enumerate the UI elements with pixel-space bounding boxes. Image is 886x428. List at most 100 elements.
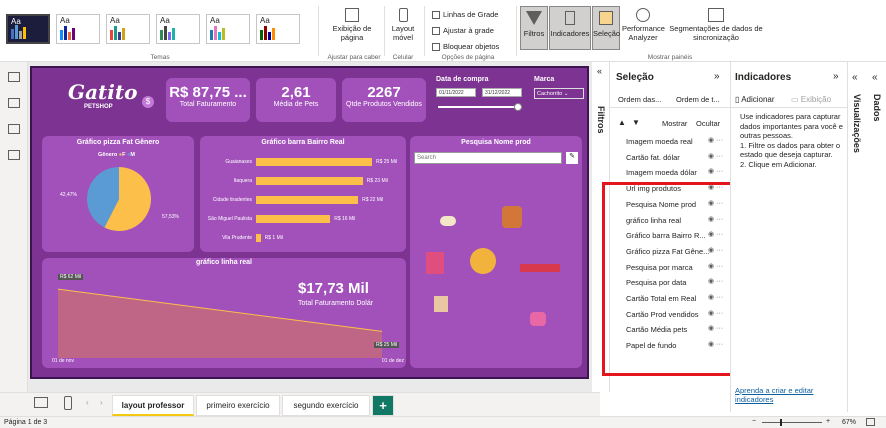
expand-data-icon[interactable]: « [872,72,878,83]
learn-bookmarks-link[interactable]: Aprenda a criar e editar indicadores [735,386,845,404]
bar[interactable] [256,158,372,166]
celular-label: Celular [392,54,414,61]
brand-dropdown[interactable]: Cachorrito ⌄ [534,88,584,99]
mobile-view-icon[interactable] [64,396,72,410]
show-panes-label: Mostrar painéis [647,54,693,61]
date-slider-handle[interactable] [514,103,522,111]
tab-tab-order[interactable]: Ordem de t... [676,95,720,104]
gridlines-checkbox[interactable]: Linhas de Grade [432,10,498,19]
view-bookmark-button[interactable]: ▭ Exibição [791,95,831,104]
zoom-handle[interactable] [780,419,782,426]
selection-pane-button[interactable]: Seleção [592,6,620,50]
tab-primeiro-exercicio[interactable]: primeiro exercício [196,395,280,416]
move-up-icon[interactable]: ▲ [618,118,626,127]
pie-card[interactable]: Gráfico pizza Fat Gênero Gênero ●F ●M 42… [42,136,194,252]
desktop-view-icon[interactable] [34,397,48,408]
kpi-card-products[interactable]: 2267 Qtde Produtos Vendidos [342,78,426,122]
selection-item[interactable]: Imagem moeda real [626,137,693,146]
logo: Gatito [68,80,138,104]
bar-value-label: R$ 23 Mil [366,178,388,184]
collar-icon [520,264,560,272]
collapse-selection-icon[interactable]: » [714,71,720,82]
kpi-card-total[interactable]: R$ 87,75 ... Total Faturamento [166,78,250,122]
date-to-input[interactable]: 31/12/2022 [482,88,522,97]
tab-scroll-left-icon[interactable]: ‹ [86,398,89,407]
dog-icon [502,206,522,228]
kpi-card-pets[interactable]: 2,61 Média de Pets [256,78,336,122]
bar-value-label: R$ 22 Mil [362,197,384,203]
theme-thumb[interactable]: Aa [156,14,200,44]
snap-grid-checkbox[interactable]: Ajustar à grade [432,26,494,35]
report-view-icon[interactable] [8,72,20,82]
add-page-button[interactable]: + [372,395,394,416]
sync-slicers-button[interactable]: Segmentações de dados de sincronização [666,8,766,42]
search-input[interactable]: Search [414,152,562,164]
theme-thumb[interactable]: Aa [106,14,150,44]
hide-all-button[interactable]: Ocultar [696,119,720,128]
bar-card[interactable]: Gráfico barra Bairro Real Guaianases R$ 2… [200,136,406,252]
pie-chart [87,167,151,231]
filters-tab[interactable]: Filtros [596,106,606,134]
selection-item[interactable]: Imagem moeda dólar [626,168,697,177]
zoom-out-icon[interactable]: − [752,418,756,425]
bar[interactable] [256,215,331,223]
date-from-input[interactable]: 01/11/2022 [436,88,476,97]
tab-layer-order[interactable]: Ordem das... [618,95,661,104]
page-view-button[interactable]: Exibição de página [328,8,376,42]
mobile-layout-button[interactable]: Layout móvel [388,8,418,42]
theme-thumb[interactable]: Aa [206,14,250,44]
dax-view-icon[interactable] [8,150,20,160]
bookmarks-pane-button[interactable]: Indicadores [549,6,591,50]
visibility-eye-icon[interactable]: ◉ ··· [708,136,723,144]
search-card[interactable]: Pesquisa Nome prod Search ✎ [410,136,582,368]
pie-label-f: 57,53% [162,214,179,220]
collapse-bookmarks-icon[interactable]: » [833,71,839,82]
status-bar: Página 1 de 3 − + 67% [0,416,886,428]
line-card[interactable]: gráfico linha real R$ 62 Mil R$ 25 Mil 0… [42,258,406,368]
bookmarks-help: Use indicadores para capturar dados impo… [740,112,843,169]
model-view-icon[interactable] [8,124,20,134]
show-all-button[interactable]: Mostrar [662,119,687,128]
x-tick-start: 01 de nov [52,358,74,364]
zoom-in-icon[interactable]: + [826,418,830,425]
filters-pane-button[interactable]: Filtros [520,6,548,50]
dollar-card-label: Total Faturamento Dolár [298,300,374,307]
bar-category-label: Vila Prudente [222,235,252,241]
visibility-eye-icon[interactable]: ◉ ··· [708,167,723,175]
tab-segundo-exercicio[interactable]: segundo exercício [282,395,370,416]
zoom-slider[interactable] [762,422,822,423]
food-bag-icon [426,252,444,274]
data-tab[interactable]: Dados [872,94,882,122]
selection-item[interactable]: Cartão fat. dólar [626,153,680,162]
bar[interactable] [256,196,359,204]
theme-thumb[interactable]: Aa [56,14,100,44]
move-down-icon[interactable]: ▼ [632,118,640,127]
page-counter: Página 1 de 3 [4,419,48,426]
chevron-left-icon[interactable]: « [597,66,602,76]
date-slider-track[interactable] [438,106,522,108]
sync-icon [708,8,724,22]
add-bookmark-button[interactable]: ▯ Adicionar [735,95,775,104]
eraser-icon[interactable]: ✎ [566,152,578,164]
performance-analyzer-button[interactable]: Performance Analyzer [622,8,665,42]
bar-category-label: Guaianases [225,159,252,165]
report-page[interactable]: Gatito PETSHOP $ R$ 87,75 ... Total Fatur… [30,66,589,379]
visibility-eye-icon[interactable]: ◉ ··· [708,152,723,160]
theme-thumb[interactable]: Aa [6,14,50,44]
table-view-icon[interactable] [8,98,20,108]
page-options-label: Opções de página [441,54,495,61]
theme-thumb[interactable]: Aa [256,14,300,44]
fit-page-icon[interactable] [866,418,875,426]
expand-viz-icon[interactable]: « [852,72,858,83]
bar[interactable] [256,177,363,185]
tab-layout-professor[interactable]: layout professor [112,395,194,416]
bar[interactable] [256,234,261,242]
tab-scroll-right-icon[interactable]: › [100,398,103,407]
visualizations-tab[interactable]: Visualizações [852,94,862,153]
themes-label: Temas [150,54,170,61]
pet-toy-icon [530,312,546,326]
toy-ball-icon [470,248,496,274]
zoom-level: 67% [842,419,857,426]
lock-objects-checkbox[interactable]: Bloquear objetos [432,42,499,51]
bookmark-add-icon: ▯ [735,95,740,104]
